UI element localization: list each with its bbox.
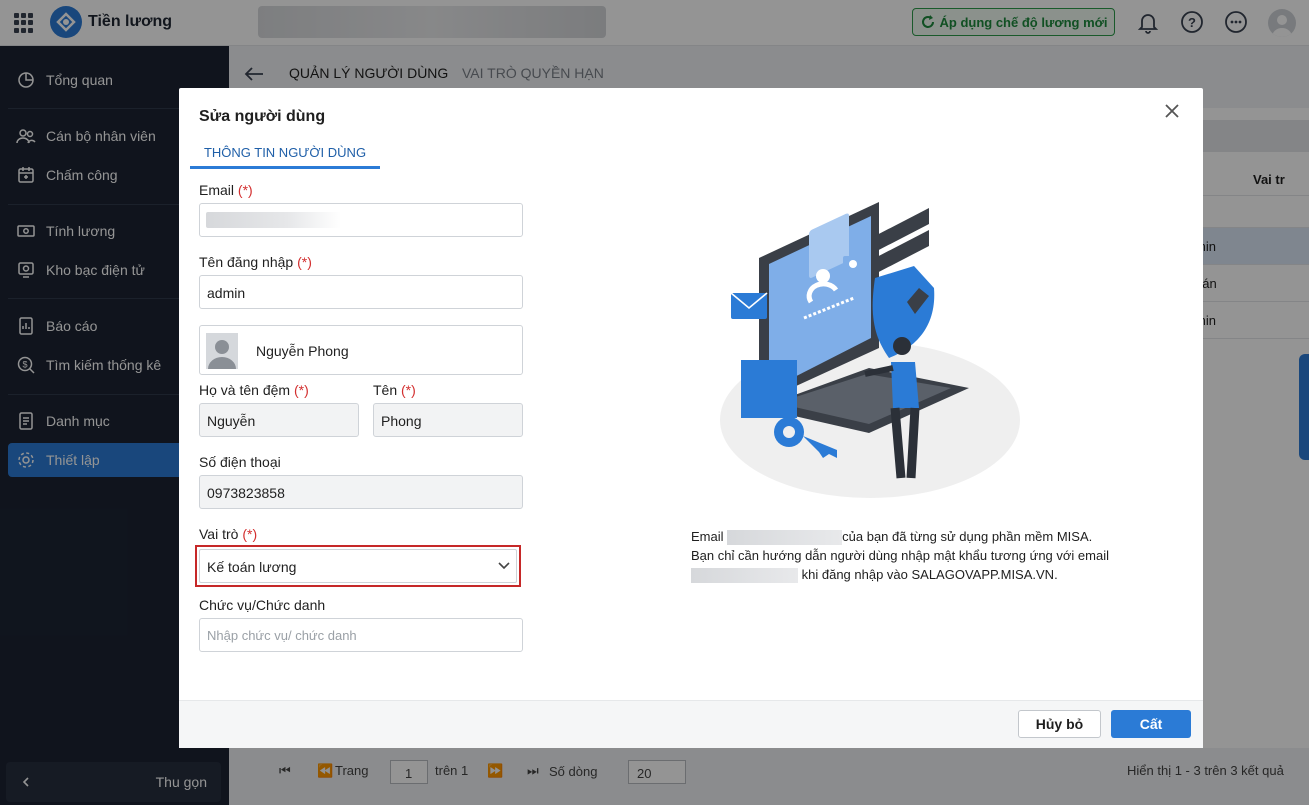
blurred-email <box>206 212 341 228</box>
position-field[interactable]: Nhập chức vụ/ chức danh <box>199 618 523 652</box>
close-icon[interactable] <box>1163 102 1181 120</box>
info-line-3: khi đăng nhập vào SALAGOVAPP.MISA.VN. <box>691 565 1131 584</box>
role-select-value: Kế toán lương <box>207 559 297 575</box>
phone-label: Số điện thoại <box>199 454 281 470</box>
email-label: Email (*) <box>199 182 253 198</box>
linked-user-card[interactable]: Nguyễn Phong <box>199 325 523 375</box>
info-line-2: Bạn chỉ cần hướng dẫn người dùng nhập mậ… <box>691 548 1109 563</box>
required-mark: (*) <box>293 382 309 398</box>
blurred-email <box>691 568 798 584</box>
info-line-1-a: Email <box>691 529 724 544</box>
middle-name-label: Họ và tên đệm (*) <box>199 382 309 398</box>
first-name-field[interactable]: Phong <box>373 403 523 437</box>
middle-name-label-text: Họ và tên đệm <box>199 382 291 398</box>
first-name-label-text: Tên <box>373 382 398 398</box>
first-name-label: Tên (*) <box>373 382 416 398</box>
username-label-text: Tên đăng nhập <box>199 254 294 270</box>
email-label-text: Email <box>199 182 235 198</box>
role-label: Vai trò (*) <box>199 526 257 542</box>
role-label-text: Vai trò <box>199 526 239 542</box>
edit-user-dialog: Sửa người dùng THÔNG TIN NGƯỜI DÙNG Emai… <box>179 88 1203 748</box>
email-info-message: Email của bạn đã từng sử dụng phần mềm M… <box>691 527 1131 584</box>
required-mark: (*) <box>237 182 253 198</box>
role-highlight-box: Kế toán lương <box>195 545 521 587</box>
cancel-button[interactable]: Hủy bỏ <box>1018 710 1101 738</box>
user-card-name: Nguyễn Phong <box>256 343 349 359</box>
required-mark: (*) <box>297 254 312 270</box>
tab-user-info[interactable]: THÔNG TIN NGƯỜI DÙNG <box>190 145 380 169</box>
save-button[interactable]: Cất <box>1111 710 1191 738</box>
username-label: Tên đăng nhập (*) <box>199 254 312 270</box>
avatar <box>206 333 238 369</box>
position-label: Chức vụ/Chức danh <box>199 597 326 613</box>
required-mark: (*) <box>401 382 416 398</box>
info-line-1: Email của bạn đã từng sử dụng phần mềm M… <box>691 527 1131 546</box>
username-field[interactable]: admin <box>199 275 523 309</box>
blurred-email <box>727 530 843 546</box>
role-select[interactable]: Kế toán lương <box>199 549 517 583</box>
dialog-footer: Hủy bỏ Cất <box>179 700 1203 748</box>
email-field[interactable] <box>199 203 523 237</box>
info-line-1-b: của bạn đã từng sử dụng phần mềm MISA. <box>842 529 1093 544</box>
dialog-title: Sửa người dùng <box>199 108 326 125</box>
middle-name-field[interactable]: Nguyễn <box>199 403 359 437</box>
info-line-3-b: khi đăng nhập vào SALAGOVAPP.MISA.VN. <box>801 567 1058 582</box>
phone-field[interactable]: 0973823858 <box>199 475 523 509</box>
security-illustration <box>720 202 1020 498</box>
required-mark: (*) <box>242 526 258 542</box>
chevron-down-icon <box>498 562 510 570</box>
